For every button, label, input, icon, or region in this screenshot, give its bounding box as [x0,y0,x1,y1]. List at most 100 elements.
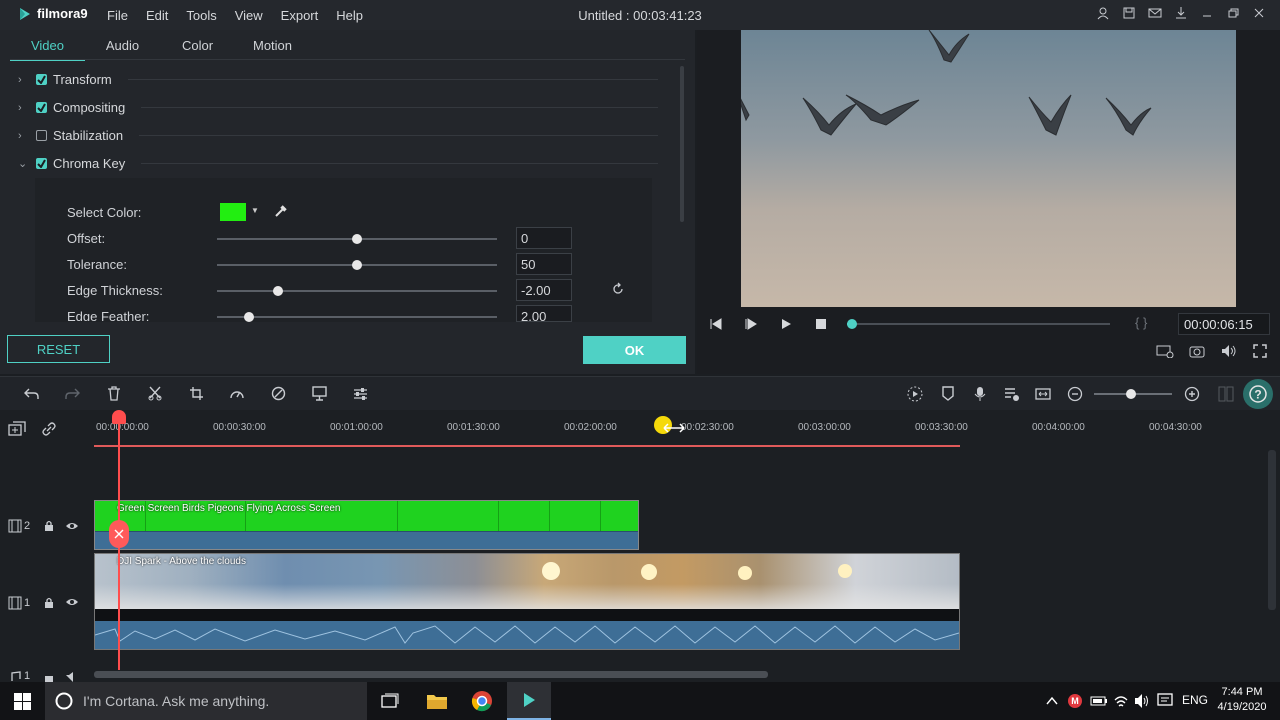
filmora-taskbar-button[interactable] [507,682,551,720]
edge-feather-slider[interactable] [217,312,497,322]
redo-icon[interactable] [64,387,80,401]
menu-view[interactable]: View [235,8,263,23]
tolerance-slider-handle[interactable] [352,260,362,270]
zoom-in-icon[interactable] [1184,386,1200,402]
chroma-key-checkbox[interactable] [36,158,47,169]
play-reverse-icon[interactable] [744,317,758,331]
tab-video[interactable]: Video [10,38,85,61]
zoom-slider-handle[interactable] [1126,389,1136,399]
edge-feather-slider-handle[interactable] [244,312,254,322]
panel-scrollbar[interactable] [680,66,684,222]
fit-timeline-icon[interactable] [1035,386,1051,402]
clouds-clip[interactable]: DJI Spark - Above the clouds [94,553,960,650]
menu-export[interactable]: Export [281,8,319,23]
previous-frame-icon[interactable] [709,317,723,331]
offset-slider[interactable] [217,234,497,244]
tab-color[interactable]: Color [160,38,235,61]
eye-icon[interactable] [65,520,79,532]
crop-icon[interactable] [189,386,204,401]
fullscreen-icon[interactable] [1253,344,1267,358]
chrome-icon[interactable] [471,690,493,712]
add-track-icon[interactable] [8,421,26,437]
reset-value-icon[interactable] [611,282,625,296]
section-transform[interactable]: › Transform [18,72,658,87]
edge-thickness-input[interactable]: -2.00 [516,279,572,301]
green-screen-clip[interactable]: Green Screen Birds Pigeons Flying Across… [94,500,639,550]
offset-slider-handle[interactable] [352,234,362,244]
stabilization-checkbox[interactable] [36,130,47,141]
edge-thickness-slider[interactable] [217,286,497,296]
playback-progress-bar[interactable] [847,319,1110,329]
cortana-search-box[interactable]: I'm Cortana. Ask me anything. [45,682,367,720]
link-icon[interactable] [41,421,57,437]
wifi-icon[interactable] [1113,693,1129,709]
tab-motion[interactable]: Motion [235,38,310,61]
lock-icon[interactable] [43,519,55,533]
dropdown-arrow-icon[interactable]: ▼ [251,206,259,215]
lock-icon[interactable] [43,596,55,610]
chevron-right-icon[interactable]: › [18,102,30,114]
color-swatch[interactable] [220,203,246,221]
chevron-right-icon[interactable]: › [18,74,30,86]
volume-icon[interactable] [1221,344,1237,358]
task-view-icon[interactable] [380,693,400,710]
menu-file[interactable]: File [107,8,128,23]
file-explorer-icon[interactable] [426,691,448,711]
render-preview-icon[interactable] [907,386,923,402]
ok-button[interactable]: OK [583,336,686,364]
restore-icon[interactable] [1226,6,1240,20]
minimize-icon[interactable] [1200,6,1214,20]
zoom-out-icon[interactable] [1067,386,1083,402]
color-icon[interactable] [271,386,286,401]
lock-icon[interactable] [43,671,55,682]
eyedropper-icon[interactable] [274,204,288,218]
work-area-bar[interactable] [94,445,960,447]
green-screen-icon[interactable] [312,386,327,401]
play-icon[interactable] [779,317,793,331]
eye-icon[interactable] [65,596,79,608]
stop-icon[interactable] [814,317,828,331]
menu-tools[interactable]: Tools [186,8,216,23]
windows-start-icon[interactable] [14,693,31,710]
chevron-down-icon[interactable]: ⌄ [18,157,30,170]
microphone-icon[interactable] [973,386,987,402]
zoom-slider[interactable] [1094,389,1172,399]
section-stabilization[interactable]: › Stabilization [18,128,658,143]
speed-icon[interactable] [229,386,245,401]
speaker-icon[interactable] [65,671,79,682]
undo-icon[interactable] [24,387,40,401]
antivirus-tray-icon[interactable]: M [1068,694,1082,708]
audio-mixer-icon[interactable] [353,386,368,401]
battery-icon[interactable] [1090,695,1108,707]
tab-audio[interactable]: Audio [85,38,160,61]
close-icon[interactable] [1252,6,1266,20]
mail-icon[interactable] [1148,6,1162,20]
delete-icon[interactable] [107,386,121,401]
section-chroma-key[interactable]: ⌄ Chroma Key [18,156,658,171]
download-icon[interactable] [1174,6,1188,20]
help-button[interactable]: ? [1243,379,1273,409]
playback-handle[interactable] [847,319,857,329]
tolerance-slider[interactable] [217,260,497,270]
chevron-right-icon[interactable]: › [18,130,30,142]
offset-input[interactable]: 0 [516,227,572,249]
account-icon[interactable] [1096,6,1110,20]
menu-edit[interactable]: Edit [146,8,168,23]
edge-thickness-slider-handle[interactable] [273,286,283,296]
mark-in-out-brackets[interactable]: { } [1135,315,1147,330]
compositing-checkbox[interactable] [36,102,47,113]
layout-icon[interactable] [1218,386,1234,402]
split-marker[interactable] [109,520,129,548]
notification-message-icon[interactable] [1157,693,1173,709]
chevron-up-icon[interactable] [1045,695,1059,707]
display-settings-icon[interactable] [1156,344,1174,358]
section-compositing[interactable]: › Compositing [18,100,658,115]
menu-help[interactable]: Help [336,8,363,23]
marker-icon[interactable] [941,386,955,402]
tolerance-input[interactable]: 50 [516,253,572,275]
save-icon[interactable] [1122,6,1136,20]
system-clock[interactable]: 7:44 PM 4/19/2020 [1217,685,1267,715]
playhead-handle[interactable] [112,410,126,424]
snapshot-icon[interactable] [1189,344,1205,358]
transform-checkbox[interactable] [36,74,47,85]
